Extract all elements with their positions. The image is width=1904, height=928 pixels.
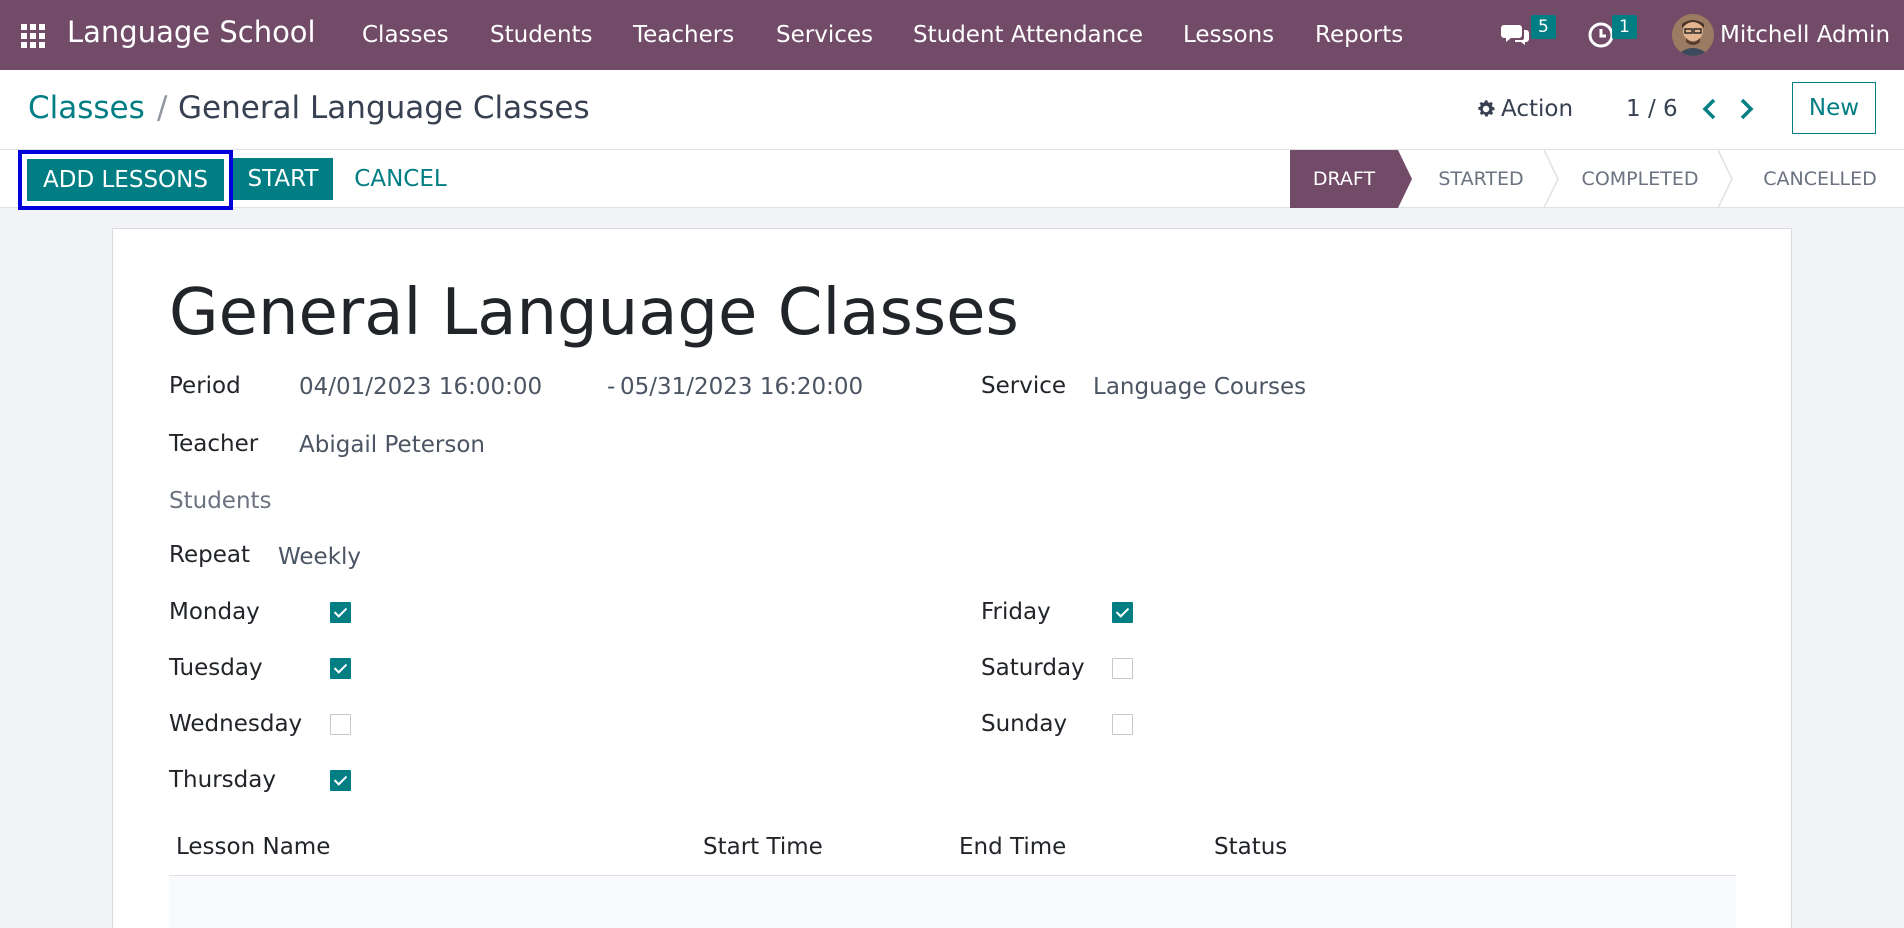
students-label: Students — [169, 488, 272, 514]
user-avatar[interactable] — [1672, 14, 1714, 56]
activities-count-badge: 1 — [1612, 15, 1637, 39]
tuesday-checkbox[interactable] — [330, 658, 351, 679]
stage-started[interactable]: STARTED — [1416, 150, 1546, 208]
add-lessons-highlight: ADD LESSONS — [18, 150, 233, 210]
service-field[interactable]: Language Courses — [1093, 374, 1306, 400]
wednesday-checkbox[interactable] — [330, 714, 351, 735]
period-start-field[interactable]: 04/01/2023 16:00:00 — [299, 374, 542, 400]
stage-cancelled[interactable]: CANCELLED — [1740, 150, 1900, 208]
action-label: Action — [1501, 96, 1574, 122]
service-label: Service — [981, 373, 1067, 399]
breadcrumb-separator: / — [157, 90, 168, 126]
app-brand[interactable]: Language School — [67, 15, 316, 49]
sunday-checkbox[interactable] — [1112, 714, 1133, 735]
tuesday-label: Tuesday — [169, 655, 263, 681]
period-label: Period — [169, 373, 241, 399]
menu-item-students[interactable]: Students — [490, 22, 593, 48]
stage-completed-arrow — [1718, 150, 1733, 208]
add-lessons-button[interactable]: ADD LESSONS — [27, 159, 224, 201]
period-end-field[interactable]: 05/31/2023 16:20:00 — [620, 374, 863, 400]
column-status[interactable]: Status — [1214, 834, 1287, 860]
gear-icon — [1478, 100, 1495, 117]
lessons-table-body — [169, 876, 1736, 928]
thursday-label: Thursday — [169, 767, 276, 793]
status-bar: ADD LESSONS START CANCEL DRAFT STARTED C… — [0, 150, 1904, 210]
saturday-label: Saturday — [981, 655, 1085, 681]
repeat-field[interactable]: Weekly — [278, 544, 361, 570]
pager-next-icon[interactable] — [1733, 94, 1759, 124]
menu-item-student-attendance[interactable]: Student Attendance — [913, 22, 1143, 48]
period-separator: - — [607, 374, 616, 400]
teacher-field[interactable]: Abigail Peterson — [299, 432, 485, 458]
menu-item-classes[interactable]: Classes — [362, 22, 449, 48]
breadcrumb-classes-link[interactable]: Classes — [28, 90, 145, 126]
new-button[interactable]: New — [1792, 82, 1876, 134]
breadcrumb-current: General Language Classes — [178, 90, 590, 126]
saturday-checkbox[interactable] — [1112, 658, 1133, 679]
menu-item-reports[interactable]: Reports — [1315, 22, 1403, 48]
stage-draft-arrow — [1398, 150, 1412, 208]
stage-draft[interactable]: DRAFT — [1290, 150, 1398, 208]
thursday-checkbox[interactable] — [330, 770, 351, 791]
monday-checkbox[interactable] — [330, 602, 351, 623]
messages-icon[interactable] — [1501, 19, 1531, 49]
wednesday-label: Wednesday — [169, 711, 303, 737]
friday-checkbox[interactable] — [1112, 602, 1133, 623]
user-name[interactable]: Mitchell Admin — [1720, 22, 1890, 48]
repeat-label: Repeat — [169, 542, 250, 568]
apps-menu-icon[interactable] — [21, 24, 45, 48]
action-menu-button[interactable]: Action — [1475, 96, 1573, 122]
control-panel: Classes / General Language Classes Actio… — [0, 70, 1904, 150]
column-start-time[interactable]: Start Time — [703, 834, 823, 860]
start-button[interactable]: START — [233, 158, 333, 200]
teacher-label: Teacher — [169, 431, 259, 457]
cancel-button[interactable]: CANCEL — [343, 158, 458, 200]
class-title[interactable]: General Language Classes — [169, 276, 1019, 350]
menu-item-services[interactable]: Services — [776, 22, 873, 48]
messages-count-badge: 5 — [1531, 15, 1556, 39]
stage-completed[interactable]: COMPLETED — [1560, 150, 1720, 208]
top-navbar: Language School Classes Students Teacher… — [0, 0, 1904, 70]
column-lesson-name[interactable]: Lesson Name — [176, 834, 330, 860]
pager-value: 1 / 6 — [1626, 96, 1678, 122]
pager-previous-icon[interactable] — [1697, 94, 1723, 124]
monday-label: Monday — [169, 599, 260, 625]
form-sheet: General Language Classes Period 04/01/20… — [112, 228, 1792, 928]
menu-item-lessons[interactable]: Lessons — [1183, 22, 1274, 48]
friday-label: Friday — [981, 599, 1051, 625]
column-end-time[interactable]: End Time — [959, 834, 1066, 860]
menu-item-teachers[interactable]: Teachers — [633, 22, 734, 48]
sunday-label: Sunday — [981, 711, 1068, 737]
